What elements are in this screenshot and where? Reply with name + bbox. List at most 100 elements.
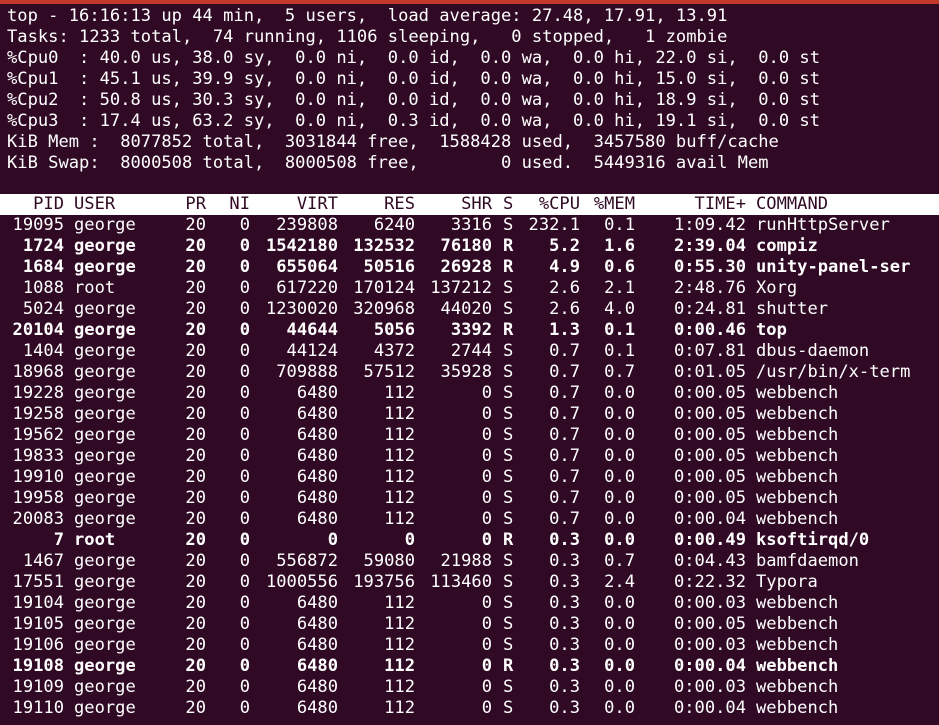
cell-pid: 1467	[22, 551, 64, 571]
cell-shr: 26928	[440, 257, 492, 277]
cell-pr: 20	[185, 572, 206, 592]
summary-mem-line: KiB Mem : 8077852 total, 3031844 free, 1…	[7, 132, 779, 152]
summary-cpu1-line: %Cpu1 : 45.1 us, 39.9 sy, 0.0 ni, 0.0 id…	[7, 69, 821, 89]
cell-command: webbench	[756, 467, 839, 487]
col-header-mem: %MEM	[593, 194, 635, 214]
cell-state: R	[503, 257, 514, 277]
cell-user: george	[74, 635, 136, 655]
cell-shr: 2744	[450, 341, 492, 361]
cell-user: george	[74, 299, 136, 319]
cell-pid: 19110	[12, 698, 64, 718]
process-row: 20083 george 20 0 6480 112 0 S 0.7 0.0 0:00.04 webb…	[0, 509, 939, 530]
summary-cpu3-line: %Cpu3 : 17.4 us, 63.2 sy, 0.0 ni, 0.3 id…	[7, 111, 821, 131]
cell-cpu: 0.3	[549, 635, 580, 655]
cell-command: webbench	[756, 635, 839, 655]
cell-mem: 0.0	[604, 509, 635, 529]
cell-cpu: 0.7	[549, 446, 580, 466]
cell-shr: 0	[481, 446, 492, 466]
cell-cpu: 0.7	[549, 488, 580, 508]
cell-shr: 0	[481, 677, 492, 697]
cell-pr: 20	[185, 509, 206, 529]
cell-command: webbench	[756, 593, 839, 613]
cell-ni: 0	[239, 236, 250, 256]
cell-mem: 0.0	[604, 614, 635, 634]
cell-user: george	[74, 614, 136, 634]
cell-pr: 20	[185, 257, 206, 277]
cell-pid: 19105	[12, 614, 64, 634]
cell-ni: 0	[239, 635, 250, 655]
cell-command: ksoftirqd/0	[756, 530, 870, 550]
cell-ni: 0	[239, 446, 250, 466]
cell-res: 112	[384, 488, 415, 508]
col-header-pid: PID	[33, 194, 64, 214]
cell-res: 6240	[373, 215, 415, 235]
cell-state: S	[503, 383, 514, 403]
cell-shr: 3316	[450, 215, 492, 235]
cell-time: 0:00.03	[673, 677, 746, 697]
cell-res: 112	[384, 446, 415, 466]
cell-state: S	[503, 446, 514, 466]
cell-time: 0:00.04	[673, 509, 746, 529]
cell-cpu: 0.7	[549, 362, 580, 382]
cell-command: Xorg	[756, 278, 798, 298]
cell-virt: 239808	[276, 215, 338, 235]
process-row: 19108 george 20 0 6480 112 0 R 0.3 0.0 0:00.04 webb…	[0, 656, 939, 677]
process-row: 20104 george 20 0 44644 5056 3392 R 1.3 0.1 0:00.4…	[0, 320, 939, 341]
cell-virt: 6480	[296, 698, 338, 718]
cell-res: 112	[384, 593, 415, 613]
cell-virt: 6480	[296, 404, 338, 424]
cell-command: webbench	[756, 677, 839, 697]
cell-pid: 1684	[22, 257, 64, 277]
cell-mem: 0.0	[604, 488, 635, 508]
cell-res: 112	[384, 677, 415, 697]
cell-virt: 6480	[296, 425, 338, 445]
cell-cpu: 0.3	[549, 530, 580, 550]
cell-mem: 0.0	[604, 467, 635, 487]
cell-pr: 20	[185, 698, 206, 718]
cell-command: webbench	[756, 383, 839, 403]
process-row: 18968 george 20 0 709888 57512 35928 S 0.7 0.7 0:0…	[0, 362, 939, 383]
col-header-time: TIME+	[694, 194, 746, 214]
cell-shr: 137212	[430, 278, 492, 298]
cell-time: 0:00.49	[673, 530, 746, 550]
cell-cpu: 0.7	[549, 467, 580, 487]
cell-cpu: 0.3	[549, 677, 580, 697]
process-row: 1684 george 20 0 655064 50516 26928 R 4.9 0.6 0:55…	[0, 257, 939, 278]
cell-res: 112	[384, 425, 415, 445]
cell-pr: 20	[185, 551, 206, 571]
cell-ni: 0	[239, 572, 250, 592]
cell-pid: 18968	[12, 362, 64, 382]
cell-user: george	[74, 341, 136, 361]
cell-pid: 19104	[12, 593, 64, 613]
cell-virt: 44644	[286, 320, 338, 340]
cell-virt: 556872	[276, 551, 338, 571]
cell-time: 2:39.04	[673, 236, 746, 256]
cell-shr: 0	[481, 488, 492, 508]
summary-cpu2-line: %Cpu2 : 50.8 us, 30.3 sy, 0.0 ni, 0.0 id…	[7, 90, 821, 110]
cell-cpu: 4.9	[549, 257, 580, 277]
cell-pr: 20	[185, 656, 206, 676]
cell-user: george	[74, 383, 136, 403]
cell-pid: 19108	[12, 656, 64, 676]
cell-mem: 0.1	[604, 215, 635, 235]
summary-tasks-line: Tasks: 1233 total, 74 running, 1106 slee…	[7, 27, 728, 47]
col-header-res: RES	[384, 194, 415, 214]
cell-time: 0:00.05	[673, 488, 746, 508]
cell-command: unity-panel-ser	[756, 257, 911, 277]
cell-ni: 0	[239, 509, 250, 529]
cell-time: 0:00.46	[673, 320, 746, 340]
cell-command: webbench	[756, 656, 839, 676]
cell-mem: 2.1	[604, 278, 635, 298]
cell-pr: 20	[185, 236, 206, 256]
cell-command: top	[756, 320, 787, 340]
cell-user: george	[74, 362, 136, 382]
cell-virt: 6480	[296, 593, 338, 613]
cell-shr: 0	[481, 530, 492, 550]
cell-user: george	[74, 488, 136, 508]
cell-state: S	[503, 215, 514, 235]
cell-user: root	[74, 530, 116, 550]
cell-pid: 7	[53, 530, 64, 550]
cell-cpu: 5.2	[549, 236, 580, 256]
cell-pr: 20	[185, 614, 206, 634]
cell-user: george	[74, 551, 136, 571]
